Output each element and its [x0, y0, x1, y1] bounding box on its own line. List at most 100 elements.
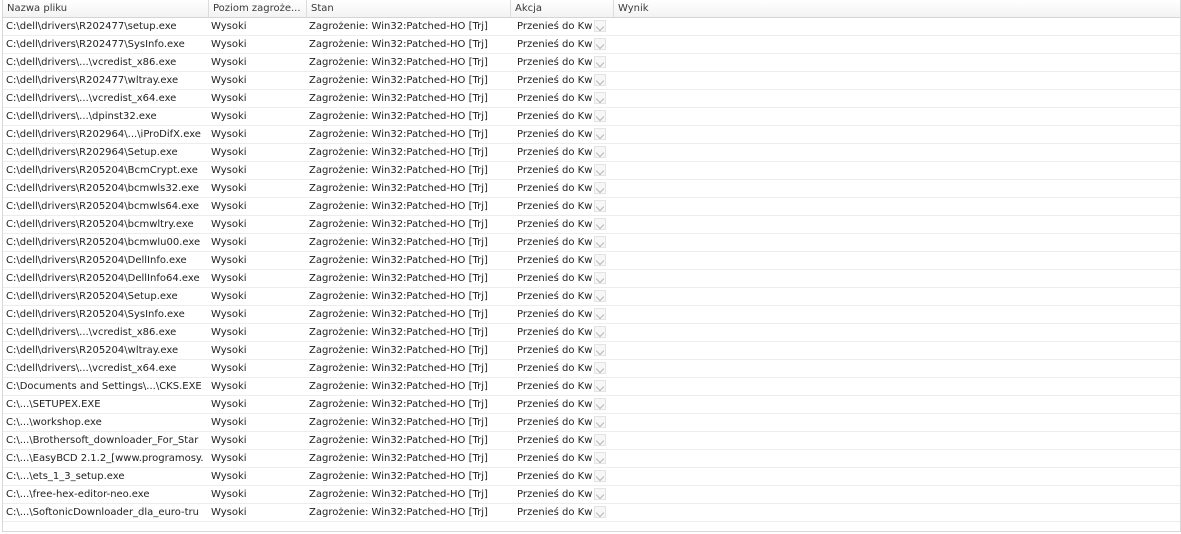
chevron-down-icon[interactable]	[594, 128, 606, 140]
threat-level-cell: Wysoki	[211, 219, 247, 230]
action-select[interactable]: Przenieś do Kw	[517, 254, 607, 267]
chevron-down-icon[interactable]	[594, 218, 606, 230]
table-row[interactable]: C:\dell\drivers\R205204\wltray.exe Wysoki…	[3, 342, 1180, 360]
table-row[interactable]: C:\dell\drivers\R205204\Setup.exe Wysoki Z…	[3, 288, 1180, 306]
action-select[interactable]: Przenieś do Kw	[517, 488, 607, 501]
action-select[interactable]: Przenieś do Kw	[517, 74, 607, 87]
table-row[interactable]: C:\dell\drivers\R205204\BcmCrypt.exe Wyso…	[3, 162, 1180, 180]
table-row[interactable]: C:\...\free-hex-editor-neo.exe Wysoki Zagr…	[3, 486, 1180, 504]
table-row[interactable]: C:\...\SETUPEX.EXE Wysoki Zagrożenie: Win3…	[3, 396, 1180, 414]
action-select-value: Przenieś do Kw	[517, 291, 593, 302]
chevron-down-icon[interactable]	[594, 326, 606, 338]
action-select[interactable]: Przenieś do Kw	[517, 56, 607, 69]
chevron-down-icon[interactable]	[594, 506, 606, 518]
chevron-down-icon[interactable]	[594, 254, 606, 266]
column-header-result[interactable]: Wynik	[614, 0, 1180, 17]
chevron-down-icon[interactable]	[594, 290, 606, 302]
action-select[interactable]: Przenieś do Kw	[517, 434, 607, 447]
chevron-down-icon[interactable]	[594, 452, 606, 464]
action-select[interactable]: Przenieś do Kw	[517, 182, 607, 195]
result-cell	[618, 342, 1178, 359]
table-row[interactable]: C:\...\SoftonicDownloader_dla_euro-tru Wy…	[3, 504, 1180, 522]
table-row[interactable]: C:\dell\drivers\...\dpinst32.exe Wysoki Za…	[3, 108, 1180, 126]
action-select[interactable]: Przenieś do Kw	[517, 200, 607, 213]
chevron-down-icon[interactable]	[594, 470, 606, 482]
action-select[interactable]: Przenieś do Kw	[517, 290, 607, 303]
action-select[interactable]: Przenieś do Kw	[517, 470, 607, 483]
action-select[interactable]: Przenieś do Kw	[517, 308, 607, 321]
chevron-down-icon[interactable]	[594, 236, 606, 248]
action-select[interactable]: Przenieś do Kw	[517, 326, 607, 339]
column-header-threat-level[interactable]: Poziom zagroże...	[209, 0, 307, 17]
action-select[interactable]: Przenieś do Kw	[517, 128, 607, 141]
chevron-down-icon[interactable]	[594, 92, 606, 104]
chevron-down-icon[interactable]	[594, 416, 606, 428]
chevron-down-icon[interactable]	[594, 74, 606, 86]
status-cell: Zagrożenie: Win32:Patched-HO [Trj]	[309, 381, 488, 392]
table-row[interactable]: C:\dell\drivers\R205204\bcmwls64.exe Wyso…	[3, 198, 1180, 216]
action-select-value: Przenieś do Kw	[517, 309, 593, 320]
chevron-down-icon[interactable]	[594, 308, 606, 320]
chevron-down-icon[interactable]	[594, 200, 606, 212]
table-row[interactable]: C:\dell\drivers\R202964\Setup.exe Wysoki Z…	[3, 144, 1180, 162]
table-row[interactable]: C:\dell\drivers\...\vcredist_x64.exe Wyso…	[3, 360, 1180, 378]
table-row[interactable]: C:\...\ets_1_3_setup.exe Wysoki Zagrożenie…	[3, 468, 1180, 486]
file-name-cell: C:\...\ets_1_3_setup.exe	[6, 471, 125, 482]
column-header-file-name[interactable]: Nazwa pliku	[3, 0, 209, 17]
chevron-down-icon[interactable]	[594, 110, 606, 122]
action-select[interactable]: Przenieś do Kw	[517, 452, 607, 465]
action-select[interactable]: Przenieś do Kw	[517, 92, 607, 105]
chevron-down-icon[interactable]	[594, 56, 606, 68]
action-select[interactable]: Przenieś do Kw	[517, 416, 607, 429]
table-row[interactable]: C:\dell\drivers\R202964\...\iProDifX.exe…	[3, 126, 1180, 144]
action-select[interactable]: Przenieś do Kw	[517, 236, 607, 249]
action-select[interactable]: Przenieś do Kw	[517, 362, 607, 375]
table-row[interactable]: C:\dell\drivers\R205204\DellInfo64.exe Wy…	[3, 270, 1180, 288]
chevron-down-icon[interactable]	[594, 344, 606, 356]
chevron-down-icon[interactable]	[594, 20, 606, 32]
action-select[interactable]: Przenieś do Kw	[517, 218, 607, 231]
table-row[interactable]: C:\dell\drivers\R205204\bcmwltry.exe Wyso…	[3, 216, 1180, 234]
chevron-down-icon[interactable]	[594, 272, 606, 284]
chevron-down-icon[interactable]	[594, 164, 606, 176]
action-select-value: Przenieś do Kw	[517, 111, 593, 122]
action-select[interactable]: Przenieś do Kw	[517, 380, 607, 393]
action-select[interactable]: Przenieś do Kw	[517, 164, 607, 177]
chevron-down-icon[interactable]	[594, 380, 606, 392]
status-cell: Zagrożenie: Win32:Patched-HO [Trj]	[309, 147, 488, 158]
table-row[interactable]: C:\dell\drivers\...\vcredist_x86.exe Wyso…	[3, 54, 1180, 72]
table-row[interactable]: C:\dell\drivers\R202477\SysInfo.exe Wysok…	[3, 36, 1180, 54]
chevron-down-icon[interactable]	[594, 488, 606, 500]
table-row[interactable]: C:\dell\drivers\...\vcredist_x86.exe Wyso…	[3, 324, 1180, 342]
table-row[interactable]: C:\dell\drivers\R205204\SysInfo.exe Wysok…	[3, 306, 1180, 324]
table-row[interactable]: C:\...\workshop.exe Wysoki Zagrożenie: Win…	[3, 414, 1180, 432]
column-header-status[interactable]: Stan	[307, 0, 511, 17]
chevron-down-icon[interactable]	[594, 182, 606, 194]
chevron-down-icon[interactable]	[594, 38, 606, 50]
table-row[interactable]: C:\dell\drivers\R205204\bcmwlu00.exe Wyso…	[3, 234, 1180, 252]
chevron-down-icon[interactable]	[594, 362, 606, 374]
table-row[interactable]: C:\...\EasyBCD 2.1.2_[www.programosy. Wys…	[3, 450, 1180, 468]
action-select[interactable]: Przenieś do Kw	[517, 20, 607, 33]
action-select[interactable]: Przenieś do Kw	[517, 110, 607, 123]
chevron-down-icon[interactable]	[594, 146, 606, 158]
action-select[interactable]: Przenieś do Kw	[517, 272, 607, 285]
action-select[interactable]: Przenieś do Kw	[517, 398, 607, 411]
threat-level-cell: Wysoki	[211, 399, 247, 410]
table-row[interactable]: C:\Documents and Settings\...\CKS.EXE Wys…	[3, 378, 1180, 396]
action-select[interactable]: Przenieś do Kw	[517, 146, 607, 159]
action-select-value: Przenieś do Kw	[517, 507, 593, 518]
table-row[interactable]: C:\dell\drivers\R202477\setup.exe Wysoki Z…	[3, 18, 1180, 36]
chevron-down-icon[interactable]	[594, 434, 606, 446]
table-row[interactable]: C:\dell\drivers\R205204\bcmwls32.exe Wyso…	[3, 180, 1180, 198]
table-row[interactable]: C:\dell\drivers\...\vcredist_x64.exe Wyso…	[3, 90, 1180, 108]
action-select[interactable]: Przenieś do Kw	[517, 38, 607, 51]
table-row[interactable]: C:\...\Brothersoft_downloader_For_Star Wy…	[3, 432, 1180, 450]
table-row[interactable]: C:\dell\drivers\R202477\wltray.exe Wysoki…	[3, 72, 1180, 90]
action-select[interactable]: Przenieś do Kw	[517, 344, 607, 357]
file-name-cell: C:\...\SETUPEX.EXE	[6, 399, 101, 410]
column-header-action[interactable]: Akcja	[511, 0, 614, 17]
table-row[interactable]: C:\dell\drivers\R205204\DellInfo.exe Wyso…	[3, 252, 1180, 270]
chevron-down-icon[interactable]	[594, 398, 606, 410]
action-select[interactable]: Przenieś do Kw	[517, 506, 607, 519]
